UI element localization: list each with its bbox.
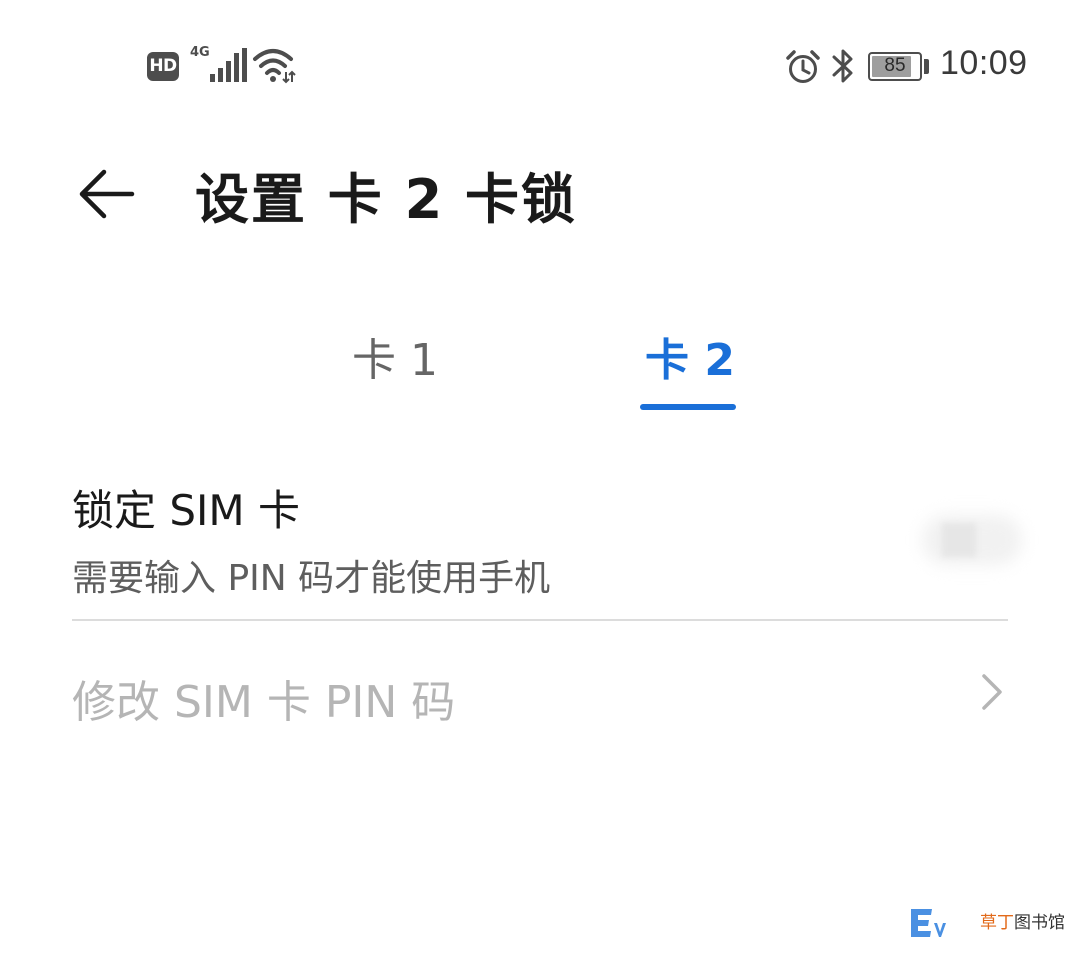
tab-label: 卡 2 xyxy=(645,335,735,386)
page-title: 设置 卡 2 卡锁 xyxy=(195,168,577,231)
battery-level-text: 85 xyxy=(884,55,906,76)
cellular-signal-icon xyxy=(210,48,247,82)
switch-knob xyxy=(942,523,976,557)
tab-sim-1[interactable]: 卡 1 xyxy=(300,330,490,415)
tab-label: 卡 1 xyxy=(352,335,438,386)
status-clock: 10:09 xyxy=(940,44,1028,82)
tab-sim-2[interactable]: 卡 2 xyxy=(590,330,790,415)
arrow-left-icon[interactable] xyxy=(72,160,142,230)
change-pin-row[interactable]: 修改 SIM 卡 PIN 码 xyxy=(72,640,1008,750)
battery-indicator: 85 xyxy=(868,52,922,81)
watermark-accent-text: 草丁 xyxy=(980,913,1014,933)
lock-sim-subtitle: 需要输入 PIN 码才能使用手机 xyxy=(72,558,551,599)
lock-sim-title: 锁定 SIM 卡 xyxy=(72,486,300,535)
lock-sim-row[interactable]: 锁定 SIM 卡 需要输入 PIN 码才能使用手机 xyxy=(72,465,1022,619)
alarm-clock-icon xyxy=(786,50,820,83)
lock-sim-switch[interactable] xyxy=(902,495,1032,585)
divider xyxy=(72,619,1008,621)
watermark-main-text: 图书馆 xyxy=(1014,913,1065,933)
active-tab-indicator xyxy=(640,404,736,410)
bluetooth-icon xyxy=(832,49,853,83)
watermark-text: 草丁图书馆 xyxy=(980,908,1065,933)
change-pin-label: 修改 SIM 卡 PIN 码 xyxy=(72,677,456,728)
watermark-logo xyxy=(911,909,946,937)
wifi-icon xyxy=(253,49,296,84)
battery-tip xyxy=(924,59,929,74)
chevron-right-icon xyxy=(982,674,1002,710)
status-bar: HD 4G 85 10:09 xyxy=(0,0,1080,130)
hd-badge: HD xyxy=(147,52,179,81)
sim-tabs: 卡 1 卡 2 xyxy=(0,330,1080,420)
network-type-label: 4G xyxy=(190,45,210,60)
